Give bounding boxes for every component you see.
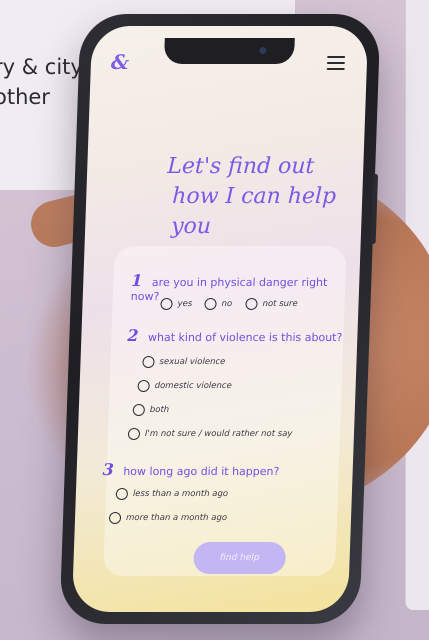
option-label: yes bbox=[177, 299, 193, 309]
radio-option-both[interactable]: both bbox=[132, 404, 170, 416]
page-title: Let's find out how I can help you bbox=[165, 152, 364, 242]
phone-screen: & Let's find out how I can help you 1 ar… bbox=[71, 26, 369, 612]
radio-icon[interactable] bbox=[115, 488, 129, 500]
radio-icon[interactable] bbox=[127, 428, 141, 440]
radio-icon[interactable] bbox=[204, 298, 217, 310]
radio-option-not-sure-rather-not-say[interactable]: I'm not sure / would rather not say bbox=[127, 428, 293, 440]
radio-option-more-than-month[interactable]: more than a month ago bbox=[108, 512, 228, 524]
radio-icon[interactable] bbox=[137, 380, 150, 392]
radio-icon[interactable] bbox=[160, 298, 173, 310]
app-logo[interactable]: & bbox=[111, 50, 130, 74]
radio-icon[interactable] bbox=[245, 298, 258, 310]
option-label: I'm not sure / would rather not say bbox=[144, 429, 293, 439]
question-number: 3 bbox=[102, 460, 115, 479]
radio-icon[interactable] bbox=[108, 512, 122, 524]
camera-icon bbox=[259, 47, 267, 54]
option-label: sexual violence bbox=[159, 357, 226, 367]
option-label: not sure bbox=[262, 299, 298, 309]
phone-mockup: & Let's find out how I can help you 1 ar… bbox=[59, 14, 381, 624]
radio-option-domestic-violence[interactable]: domestic violence bbox=[137, 380, 232, 392]
question-3: 3 how long ago did it happen? bbox=[102, 460, 279, 479]
option-label: domestic violence bbox=[154, 381, 232, 391]
phone-notch bbox=[163, 38, 295, 64]
radio-option-no[interactable]: no bbox=[204, 298, 232, 310]
title-line: Let's find out bbox=[166, 154, 315, 179]
hamburger-menu-icon[interactable] bbox=[326, 56, 346, 74]
option-label: less than a month ago bbox=[132, 489, 229, 499]
radio-icon[interactable] bbox=[132, 404, 146, 416]
option-label: both bbox=[149, 405, 170, 415]
radio-option-sexual-violence[interactable]: sexual violence bbox=[142, 356, 226, 368]
question-number: 1 bbox=[131, 271, 143, 290]
find-help-button[interactable]: find help bbox=[193, 542, 287, 574]
question-text: what kind of violence is this about? bbox=[147, 331, 343, 344]
radio-option-less-than-month[interactable]: less than a month ago bbox=[115, 488, 229, 500]
option-label: no bbox=[221, 299, 233, 309]
question-text: how long ago did it happen? bbox=[123, 465, 280, 478]
option-label: more than a month ago bbox=[125, 513, 228, 523]
question-2: 2 what kind of violence is this about? bbox=[127, 326, 343, 345]
question-number: 2 bbox=[127, 326, 139, 345]
radio-option-not-sure[interactable]: not sure bbox=[245, 298, 298, 310]
title-line: how I can help you bbox=[170, 184, 337, 239]
radio-option-yes[interactable]: yes bbox=[160, 298, 192, 310]
radio-icon[interactable] bbox=[142, 356, 155, 368]
